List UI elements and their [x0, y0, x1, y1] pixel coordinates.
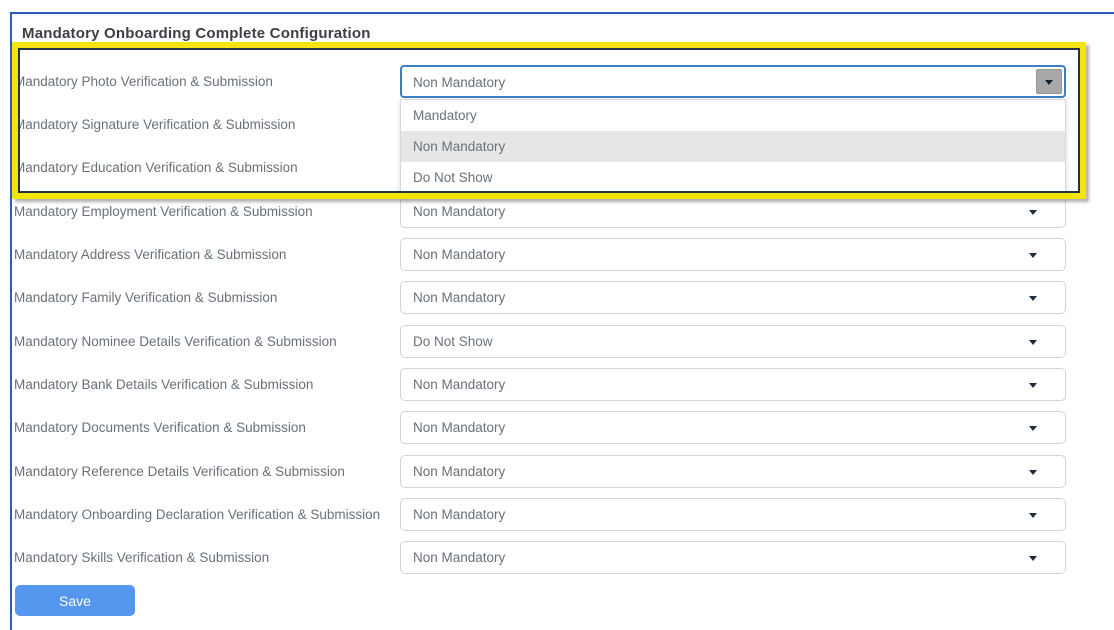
chevron-down-icon [1029, 426, 1037, 431]
employment-verification-select[interactable]: Non Mandatory [400, 195, 1066, 228]
select-value: Non Mandatory [413, 247, 506, 262]
config-row-label: Mandatory Documents Verification & Submi… [14, 420, 306, 435]
config-row-label: Mandatory Address Verification & Submiss… [14, 247, 287, 262]
chevron-down-icon [1029, 470, 1037, 475]
photo-verification-select[interactable]: Non Mandatory [400, 65, 1066, 98]
chevron-down-icon [1029, 556, 1037, 561]
config-row-label: Mandatory Reference Details Verification… [14, 464, 345, 479]
page-title: Mandatory Onboarding Complete Configurat… [22, 25, 371, 42]
config-row-label: Mandatory Photo Verification & Submissio… [14, 74, 273, 89]
config-row: Mandatory Reference Details Verification… [14, 455, 1066, 488]
config-row: Mandatory Family Verification & Submissi… [14, 281, 1066, 314]
config-row: Mandatory Onboarding Declaration Verific… [14, 498, 1066, 531]
chevron-down-icon [1045, 79, 1053, 85]
config-row-label: Mandatory Skills Verification & Submissi… [14, 550, 270, 565]
save-button[interactable]: Save [15, 585, 135, 616]
skills-verification-select[interactable]: Non Mandatory [400, 541, 1066, 574]
config-row-label: Mandatory Family Verification & Submissi… [14, 290, 278, 305]
select-value: Non Mandatory [413, 290, 506, 305]
chevron-down-icon [1029, 340, 1037, 345]
select-value: Non Mandatory [413, 204, 506, 219]
family-verification-select[interactable]: Non Mandatory [400, 281, 1066, 314]
documents-verification-select[interactable]: Non Mandatory [400, 411, 1066, 444]
reference-details-verification-select[interactable]: Non Mandatory [400, 455, 1066, 488]
chevron-down-icon [1029, 383, 1037, 388]
select-value: Non Mandatory [413, 420, 506, 435]
config-row-label: Mandatory Bank Details Verification & Su… [14, 377, 314, 392]
config-row-label: Mandatory Education Verification & Submi… [14, 160, 298, 175]
configuration-panel: Mandatory Onboarding Complete Configurat… [10, 12, 1114, 630]
select-value: Non Mandatory [413, 464, 506, 479]
dropdown-option-non-mandatory[interactable]: Non Mandatory [401, 131, 1065, 162]
config-row: Mandatory Address Verification & Submiss… [14, 238, 1066, 271]
nominee-details-verification-select[interactable]: Do Not Show [400, 325, 1066, 358]
config-row: Mandatory Skills Verification & Submissi… [14, 541, 1066, 574]
dropdown-option-do-not-show[interactable]: Do Not Show [401, 162, 1065, 193]
config-row-label: Mandatory Signature Verification & Submi… [14, 117, 296, 132]
select-value: Do Not Show [413, 334, 493, 349]
onboarding-declaration-verification-select[interactable]: Non Mandatory [400, 498, 1066, 531]
config-row-label: Mandatory Employment Verification & Subm… [14, 204, 313, 219]
select-value: Non Mandatory [413, 550, 506, 565]
bank-details-verification-select[interactable]: Non Mandatory [400, 368, 1066, 401]
chevron-down-icon [1029, 296, 1037, 301]
config-row: Mandatory Nominee Details Verification &… [14, 325, 1066, 358]
dropdown-menu: Mandatory Non Mandatory Do Not Show [400, 99, 1066, 194]
config-row-label: Mandatory Nominee Details Verification &… [14, 334, 337, 349]
config-row: Mandatory Bank Details Verification & Su… [14, 368, 1066, 401]
config-row-label: Mandatory Onboarding Declaration Verific… [14, 507, 381, 522]
chevron-down-icon [1029, 210, 1037, 215]
chevron-down-icon [1029, 513, 1037, 518]
select-dropdown-button[interactable] [1036, 69, 1062, 94]
select-value: Non Mandatory [413, 377, 506, 392]
config-row: Mandatory Employment Verification & Subm… [14, 195, 1066, 228]
config-row: Mandatory Photo Verification & Submissio… [14, 65, 1066, 98]
chevron-down-icon [1029, 253, 1037, 258]
address-verification-select[interactable]: Non Mandatory [400, 238, 1066, 271]
config-row: Mandatory Documents Verification & Submi… [14, 411, 1066, 444]
dropdown-option-mandatory[interactable]: Mandatory [401, 100, 1065, 131]
select-value: Non Mandatory [413, 507, 506, 522]
select-value: Non Mandatory [413, 75, 506, 90]
